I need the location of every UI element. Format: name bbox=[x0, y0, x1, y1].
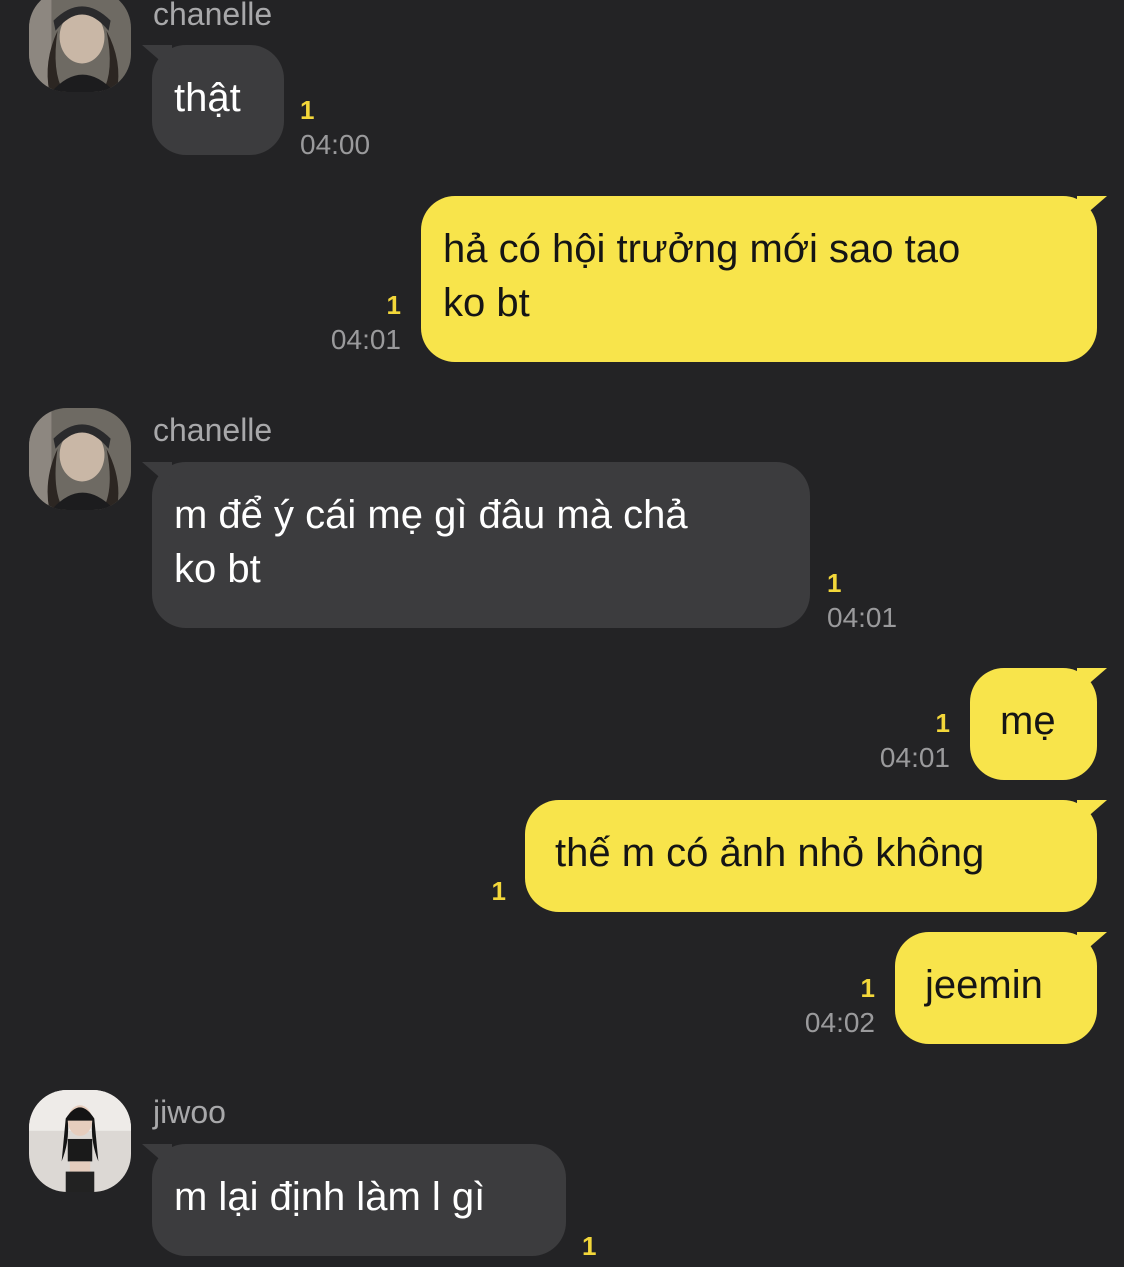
incoming-message-bubble[interactable]: thật bbox=[152, 45, 284, 155]
incoming-message-bubble[interactable]: m lại định làm l gì bbox=[152, 1144, 566, 1256]
message-time: 04:02 bbox=[804, 1007, 875, 1038]
unread-count: 1 bbox=[386, 290, 401, 320]
message-text-line: hả có hội trưởng mới sao tao bbox=[443, 227, 961, 271]
jiwoo-avatar[interactable] bbox=[29, 1090, 131, 1192]
message-time: 04:01 bbox=[827, 602, 898, 633]
message-text: thật bbox=[174, 76, 241, 120]
outgoing-message-bubble[interactable]: hả có hội trưởng mới sao tao ko bt bbox=[421, 196, 1097, 362]
unread-count: 1 bbox=[491, 876, 506, 906]
sender-name: chanelle bbox=[153, 0, 273, 32]
unread-count: 1 bbox=[582, 1231, 597, 1261]
message-meta: 1 04:02 bbox=[805, 975, 875, 1037]
outgoing-message-bubble[interactable]: mẹ bbox=[970, 668, 1097, 780]
message-meta: 1 04:01 bbox=[827, 570, 897, 632]
chanelle-avatar-image bbox=[29, 0, 131, 92]
incoming-message-bubble[interactable]: m để ý cái mẹ gì đâu mà chả ko bt bbox=[152, 462, 810, 628]
unread-count: 1 bbox=[827, 568, 842, 598]
message-meta: 1 04:01 bbox=[880, 710, 950, 772]
message-text-line: ko bt bbox=[174, 547, 261, 591]
sender-name: chanelle bbox=[153, 412, 273, 448]
message-text-line: ko bt bbox=[443, 281, 530, 325]
message-text: mẹ bbox=[1000, 699, 1056, 743]
message-time: 04:00 bbox=[300, 129, 371, 160]
unread-count: 1 bbox=[935, 708, 950, 738]
message-text: jeemin bbox=[925, 963, 1043, 1007]
message-text: thế m có ảnh nhỏ không bbox=[555, 831, 985, 875]
message-meta: 1 04:01 bbox=[331, 292, 401, 354]
sender-name: jiwoo bbox=[153, 1094, 226, 1130]
message-text-line: m để ý cái mẹ gì đâu mà chả bbox=[174, 493, 688, 537]
jiwoo-avatar-image bbox=[29, 1090, 131, 1192]
message-time: 04:01 bbox=[330, 324, 401, 355]
message-meta: 1 bbox=[492, 878, 506, 904]
unread-count: 1 bbox=[860, 973, 875, 1003]
chanelle-avatar[interactable] bbox=[29, 0, 131, 92]
chanelle-avatar-image bbox=[29, 408, 131, 510]
message-text: m lại định làm l gì bbox=[174, 1175, 486, 1219]
chanelle-avatar[interactable] bbox=[29, 408, 131, 510]
outgoing-message-bubble[interactable]: jeemin bbox=[895, 932, 1097, 1044]
chat-screen: chanelle thật 1 04:00 1 04:01 hả có hội … bbox=[0, 0, 1124, 1267]
message-meta: 1 04:00 bbox=[300, 97, 370, 159]
message-time: 04:01 bbox=[879, 742, 950, 773]
outgoing-message-bubble[interactable]: thế m có ảnh nhỏ không bbox=[525, 800, 1097, 912]
message-meta: 1 bbox=[582, 1233, 596, 1259]
unread-count: 1 bbox=[300, 95, 315, 125]
